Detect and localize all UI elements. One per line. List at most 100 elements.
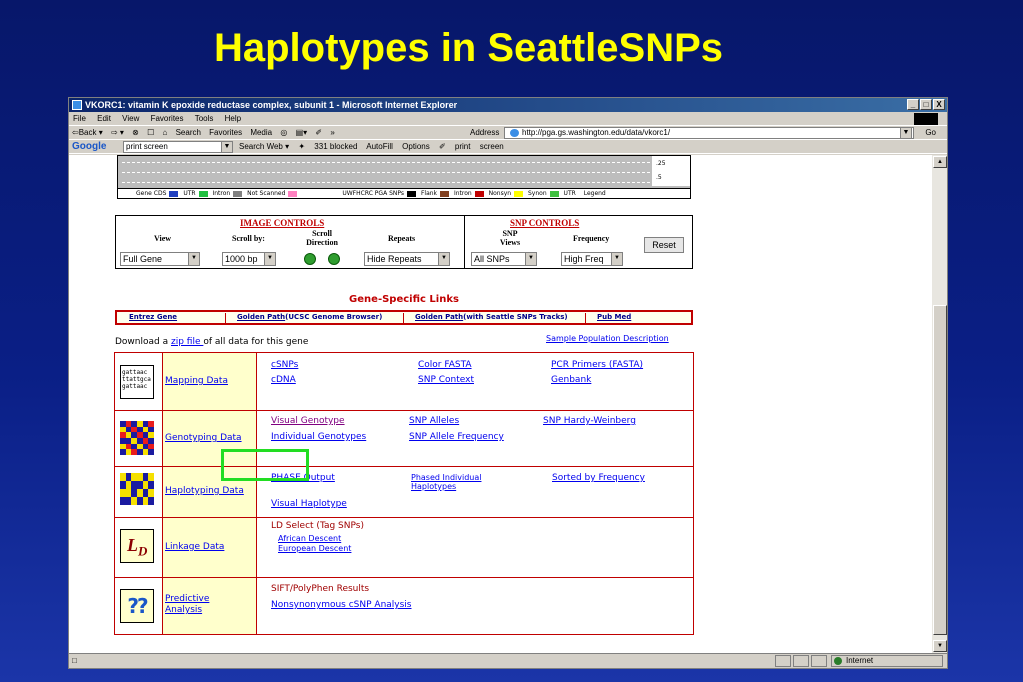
address-input[interactable]: http://pga.gs.washington.edu/data/vkorc1… [504, 127, 914, 139]
edit-icon[interactable]: ✐ [315, 128, 322, 137]
legend-swatch [407, 190, 417, 197]
popup-blocked-button[interactable]: 331 blocked [314, 142, 357, 151]
legend-swatch [474, 190, 484, 197]
menu-tools[interactable]: Tools [195, 114, 214, 123]
scroll-by-label: Scroll by: [232, 234, 265, 243]
visual-haplotype-link[interactable]: Visual Haplotype [271, 499, 347, 510]
scroll-thumb[interactable] [933, 305, 947, 635]
back-button[interactable]: ⇦Back ▾ [72, 128, 103, 137]
pubmed-link[interactable]: Pub Med [597, 312, 631, 323]
entrez-gene-link[interactable]: Entrez Gene [129, 312, 177, 323]
haplotyping-data-link[interactable]: Haplotyping Data [165, 486, 244, 497]
window-titlebar[interactable]: VKORC1: vitamin K epoxide reductase comp… [69, 98, 947, 112]
genotype-grid-icon [120, 421, 154, 455]
scroll-right-button[interactable] [328, 253, 340, 265]
golden-path-ucsc-link[interactable]: Golden Path [237, 313, 285, 321]
pcr-primers-link[interactable]: PCR Primers (FASTA) [551, 360, 643, 371]
sample-population-link[interactable]: Sample Population Description [546, 334, 669, 343]
download-line: Download a zip file of all data for this… [115, 337, 308, 347]
refresh-icon[interactable]: ☐ [147, 128, 154, 137]
view-select[interactable]: Full Gene ▼ [120, 252, 200, 266]
golden-path-seattle-suffix: (with Seattle SNPs Tracks) [463, 313, 568, 321]
genotyping-data-link[interactable]: Genotyping Data [165, 433, 242, 444]
chevron-down-icon: ▼ [438, 253, 449, 265]
display-controls: IMAGE CONTROLS SNP CONTROLS View Scroll … [115, 215, 693, 269]
frequency-label: Frequency [573, 234, 610, 243]
visual-genotype-link[interactable]: Visual Genotype [271, 416, 345, 427]
snp-views-select[interactable]: All SNPs ▼ [471, 252, 537, 266]
autofill-button[interactable]: AutoFill [366, 142, 393, 151]
address-label: Address [470, 128, 500, 137]
genbank-link[interactable]: Genbank [551, 375, 591, 386]
linkage-data-link[interactable]: Linkage Data [165, 542, 224, 553]
snp-hardy-weinberg-link[interactable]: SNP Hardy-Weinberg [543, 416, 636, 427]
track-gridline [122, 162, 650, 163]
zip-file-link[interactable]: zip file [171, 337, 203, 347]
legend-snp-intron: Intron [453, 190, 472, 197]
highlight-icon[interactable]: ✐ [439, 142, 446, 151]
pagerank-icon[interactable]: ✦ [298, 142, 305, 151]
google-search-dropdown[interactable]: ▼ [221, 141, 233, 153]
scroll-down-arrow[interactable]: ▼ [933, 640, 947, 652]
history-icon[interactable]: ◎ [280, 128, 287, 137]
legend-pga-snps: UWFHCRC PGA SNPs [342, 190, 405, 197]
link-separator [403, 313, 404, 323]
close-button[interactable]: X [933, 99, 945, 110]
search-button[interactable]: Search [176, 128, 201, 137]
predictive-analysis-link[interactable]: Predictive Analysis [165, 594, 245, 616]
snp-alleles-link[interactable]: SNP Alleles [409, 416, 459, 427]
google-search-input[interactable]: print screen [123, 141, 233, 153]
vertical-scrollbar[interactable]: ▲ ▼ [931, 155, 947, 653]
color-fasta-link[interactable]: Color FASTA [418, 360, 472, 371]
nonsynonymous-analysis-link[interactable]: Nonsynonymous cSNP Analysis [271, 600, 412, 611]
home-icon[interactable]: ⌂ [163, 128, 168, 137]
menu-favorites[interactable]: Favorites [151, 114, 184, 123]
scroll-by-select[interactable]: 1000 bp ▼ [222, 252, 276, 266]
scroll-up-arrow[interactable]: ▲ [933, 156, 947, 168]
address-dropdown[interactable]: ▼ [900, 127, 912, 139]
search-web-button[interactable]: Search Web ▾ [239, 142, 289, 151]
mail-icon[interactable]: ▤▾ [296, 128, 308, 137]
forward-button[interactable]: ⇨ ▾ [111, 128, 124, 137]
stop-icon[interactable]: ⊗ [132, 128, 139, 137]
minimize-button[interactable]: _ [907, 99, 919, 110]
mapping-data-link[interactable]: Mapping Data [165, 376, 228, 387]
reset-button[interactable]: Reset [644, 237, 684, 253]
individual-genotypes-link[interactable]: Individual Genotypes [271, 432, 366, 443]
options-button[interactable]: Options [402, 142, 430, 151]
media-button[interactable]: Media [250, 128, 272, 137]
favorites-button[interactable]: Favorites [209, 128, 242, 137]
windows-logo-icon [914, 113, 938, 125]
snp-context-link[interactable]: SNP Context [418, 375, 474, 386]
menu-edit[interactable]: Edit [97, 114, 111, 123]
legend-link[interactable]: Legend [584, 190, 606, 197]
gene-track-image: .25 .5 Gene CDS UTR Intron Not Scanned U… [117, 155, 691, 199]
find-screen-button[interactable]: screen [480, 142, 504, 151]
frequency-select[interactable]: High Freq ▼ [561, 252, 623, 266]
maximize-button[interactable]: □ [920, 99, 932, 110]
chevron-down-icon: ▼ [264, 253, 275, 265]
slide-title: Haplotypes in SeattleSNPs [213, 26, 724, 70]
toolbar-overflow[interactable]: » [330, 128, 334, 137]
cdna-link[interactable]: cDNA [271, 375, 296, 386]
find-print-button[interactable]: print [455, 142, 471, 151]
google-logo[interactable]: Google [72, 141, 106, 152]
chevron-down-icon: ▼ [525, 253, 536, 265]
repeats-select[interactable]: Hide Repeats ▼ [364, 252, 450, 266]
scroll-left-button[interactable] [304, 253, 316, 265]
european-descent-link[interactable]: European Descent [278, 544, 351, 553]
view-select-value: Full Gene [123, 254, 163, 264]
csnps-link[interactable]: cSNPs [271, 360, 298, 371]
sorted-by-frequency-link[interactable]: Sorted by Frequency [552, 473, 645, 484]
african-descent-link[interactable]: African Descent [278, 534, 341, 543]
menu-file[interactable]: File [73, 114, 86, 123]
snp-controls-heading: SNP CONTROLS [510, 218, 580, 228]
phased-individual-haplotypes-link[interactable]: Phased Individual Haplotypes [411, 473, 507, 491]
snp-views-label: SNP Views [499, 229, 521, 247]
golden-path-seattle-link[interactable]: Golden Path [415, 313, 463, 321]
menu-view[interactable]: View [122, 114, 139, 123]
menu-help[interactable]: Help [225, 114, 241, 123]
go-button[interactable]: Go [925, 126, 936, 140]
status-page-icon: □ [72, 656, 77, 665]
snp-allele-frequency-link[interactable]: SNP Allele Frequency [409, 432, 504, 443]
